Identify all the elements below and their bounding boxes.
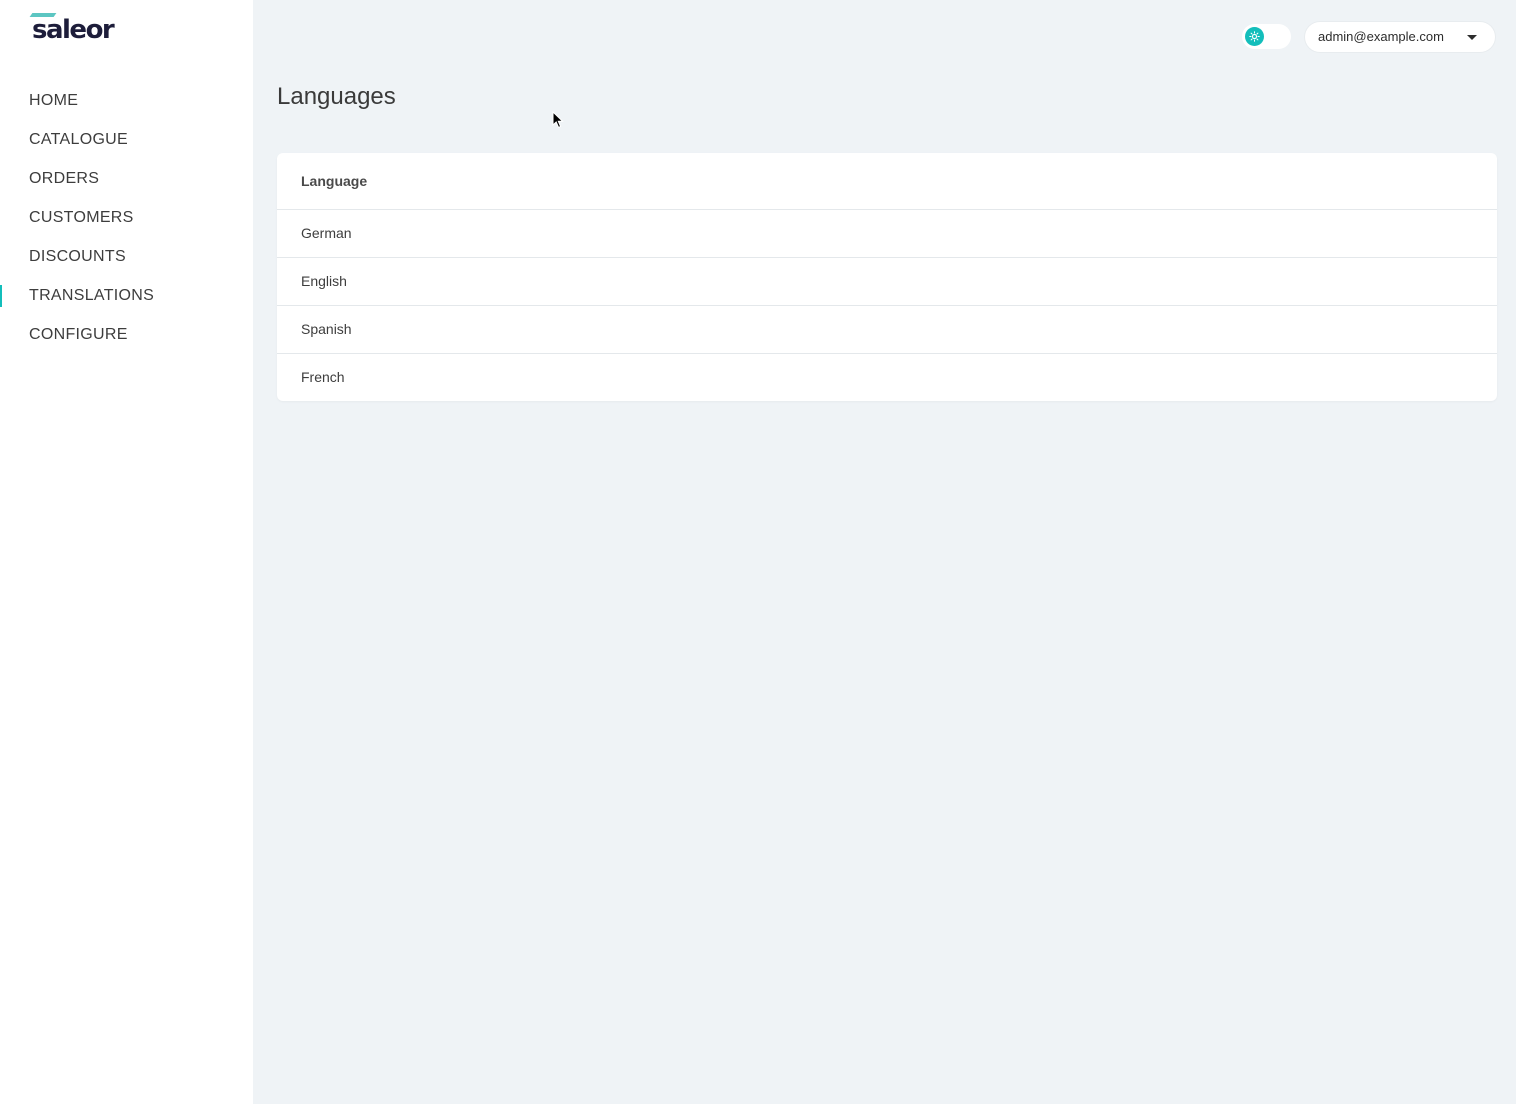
sidebar-item-discounts[interactable]: DISCOUNTS	[0, 237, 253, 276]
table-row-german[interactable]: German	[277, 210, 1497, 258]
sidebar-item-catalogue[interactable]: CATALOGUE	[0, 120, 253, 159]
logo-text: saleor	[32, 15, 115, 45]
saleor-logo[interactable]: saleor	[29, 12, 120, 46]
languages-table: Language German English Spanish French	[277, 153, 1497, 401]
page-title: Languages	[277, 83, 396, 110]
sun-icon	[1249, 31, 1260, 42]
table-header-language: Language	[277, 153, 1497, 210]
sidebar-item-orders[interactable]: ORDERS	[0, 159, 253, 198]
sidebar-nav: HOME CATALOGUE ORDERS CUSTOMERS DISCOUNT…	[0, 81, 253, 354]
sidebar-item-translations[interactable]: TRANSLATIONS	[0, 276, 253, 315]
sidebar-item-home[interactable]: HOME	[0, 81, 253, 120]
sidebar: saleor HOME CATALOGUE ORDERS CUSTOMERS D…	[0, 0, 253, 1104]
user-email: admin@example.com	[1318, 29, 1444, 44]
theme-toggle[interactable]	[1242, 24, 1291, 49]
user-menu[interactable]: admin@example.com	[1305, 22, 1495, 52]
table-row-english[interactable]: English	[277, 258, 1497, 306]
sidebar-item-customers[interactable]: CUSTOMERS	[0, 198, 253, 237]
theme-toggle-knob	[1245, 27, 1264, 46]
mouse-cursor-icon	[552, 111, 564, 129]
table-row-french[interactable]: French	[277, 354, 1497, 401]
sidebar-item-configure[interactable]: CONFIGURE	[0, 315, 253, 354]
table-row-spanish[interactable]: Spanish	[277, 306, 1497, 354]
caret-down-icon	[1467, 35, 1477, 40]
